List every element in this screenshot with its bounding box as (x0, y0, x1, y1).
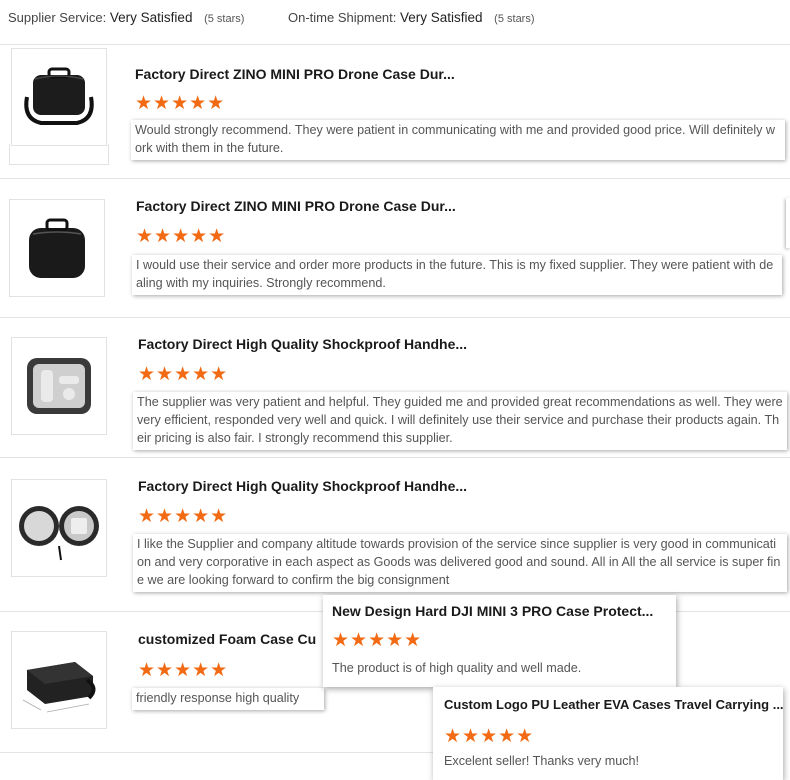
review-product-title[interactable]: Factory Direct High Quality Shockproof H… (138, 336, 467, 352)
product-thumbnail[interactable] (9, 199, 105, 297)
star-rating: ★★★★★ (135, 93, 226, 114)
hard-case-with-handle-icon (22, 662, 96, 713)
review-comment: friendly response high quality (132, 688, 324, 710)
open-round-case-icon (19, 506, 99, 561)
review-product-title[interactable]: customized Foam Case Cu (138, 631, 316, 647)
star-rating: ★★★★★ (138, 364, 229, 385)
review-comment: I would use their service and order more… (132, 255, 782, 295)
black-square-case-icon (29, 218, 85, 278)
star-rating: ★★★★★ (138, 506, 229, 527)
star-rating: ★★★★★ (136, 226, 227, 247)
popup-star-rating: ★★★★★ (444, 726, 535, 747)
popup-comment: The product is of high quality and well … (332, 661, 582, 675)
product-thumbnail[interactable] (11, 479, 107, 577)
rating-summary: Supplier Service: Very Satisfied (5 star… (8, 10, 535, 25)
star-rating: ★★★★★ (138, 660, 229, 681)
review-comment: Would strongly recommend. They were pati… (131, 120, 785, 160)
product-thumbnail[interactable] (11, 631, 107, 729)
supplier-service-label: Supplier Service: (8, 10, 107, 25)
review-comment: I like the Supplier and company altitude… (133, 534, 787, 592)
product-thumbnail[interactable] (11, 48, 107, 146)
shipment-stars: (5 stars) (494, 13, 535, 25)
shipment-group: On-time Shipment: Very Satisfied (5 star… (288, 10, 535, 25)
open-gimbal-case-icon (27, 358, 91, 414)
shipment-value: Very Satisfied (400, 10, 483, 25)
divider (0, 178, 790, 179)
review-popup-card[interactable]: New Design Hard DJI MINI 3 PRO Case Prot… (323, 595, 676, 687)
review-product-title[interactable]: Factory Direct ZINO MINI PRO Drone Case … (135, 66, 455, 82)
popup-product-title[interactable]: Custom Logo PU Leather EVA Cases Travel … (444, 697, 784, 712)
divider (0, 44, 790, 45)
review-popup-card[interactable]: Custom Logo PU Leather EVA Cases Travel … (433, 687, 784, 780)
review-comment: The supplier was very patient and helpfu… (133, 392, 787, 450)
divider (0, 317, 790, 318)
review-product-title[interactable]: Factory Direct ZINO MINI PRO Drone Case … (136, 198, 456, 214)
black-shoulder-bag-icon (24, 67, 94, 125)
thumbnail-shadow (9, 144, 109, 165)
review-product-title[interactable]: Factory Direct High Quality Shockproof H… (138, 478, 467, 494)
popup-star-rating: ★★★★★ (332, 630, 423, 651)
supplier-service-stars: (5 stars) (204, 13, 245, 25)
shipment-label: On-time Shipment: (288, 10, 397, 25)
product-thumbnail[interactable] (11, 337, 107, 435)
popup-product-title[interactable]: New Design Hard DJI MINI 3 PRO Case Prot… (332, 603, 653, 619)
supplier-service-value: Very Satisfied (109, 10, 193, 25)
divider (0, 457, 790, 458)
adjacent-card-edge (786, 198, 790, 248)
divider (0, 752, 440, 753)
popup-comment: Excelent seller! Thanks very much! (444, 754, 640, 768)
